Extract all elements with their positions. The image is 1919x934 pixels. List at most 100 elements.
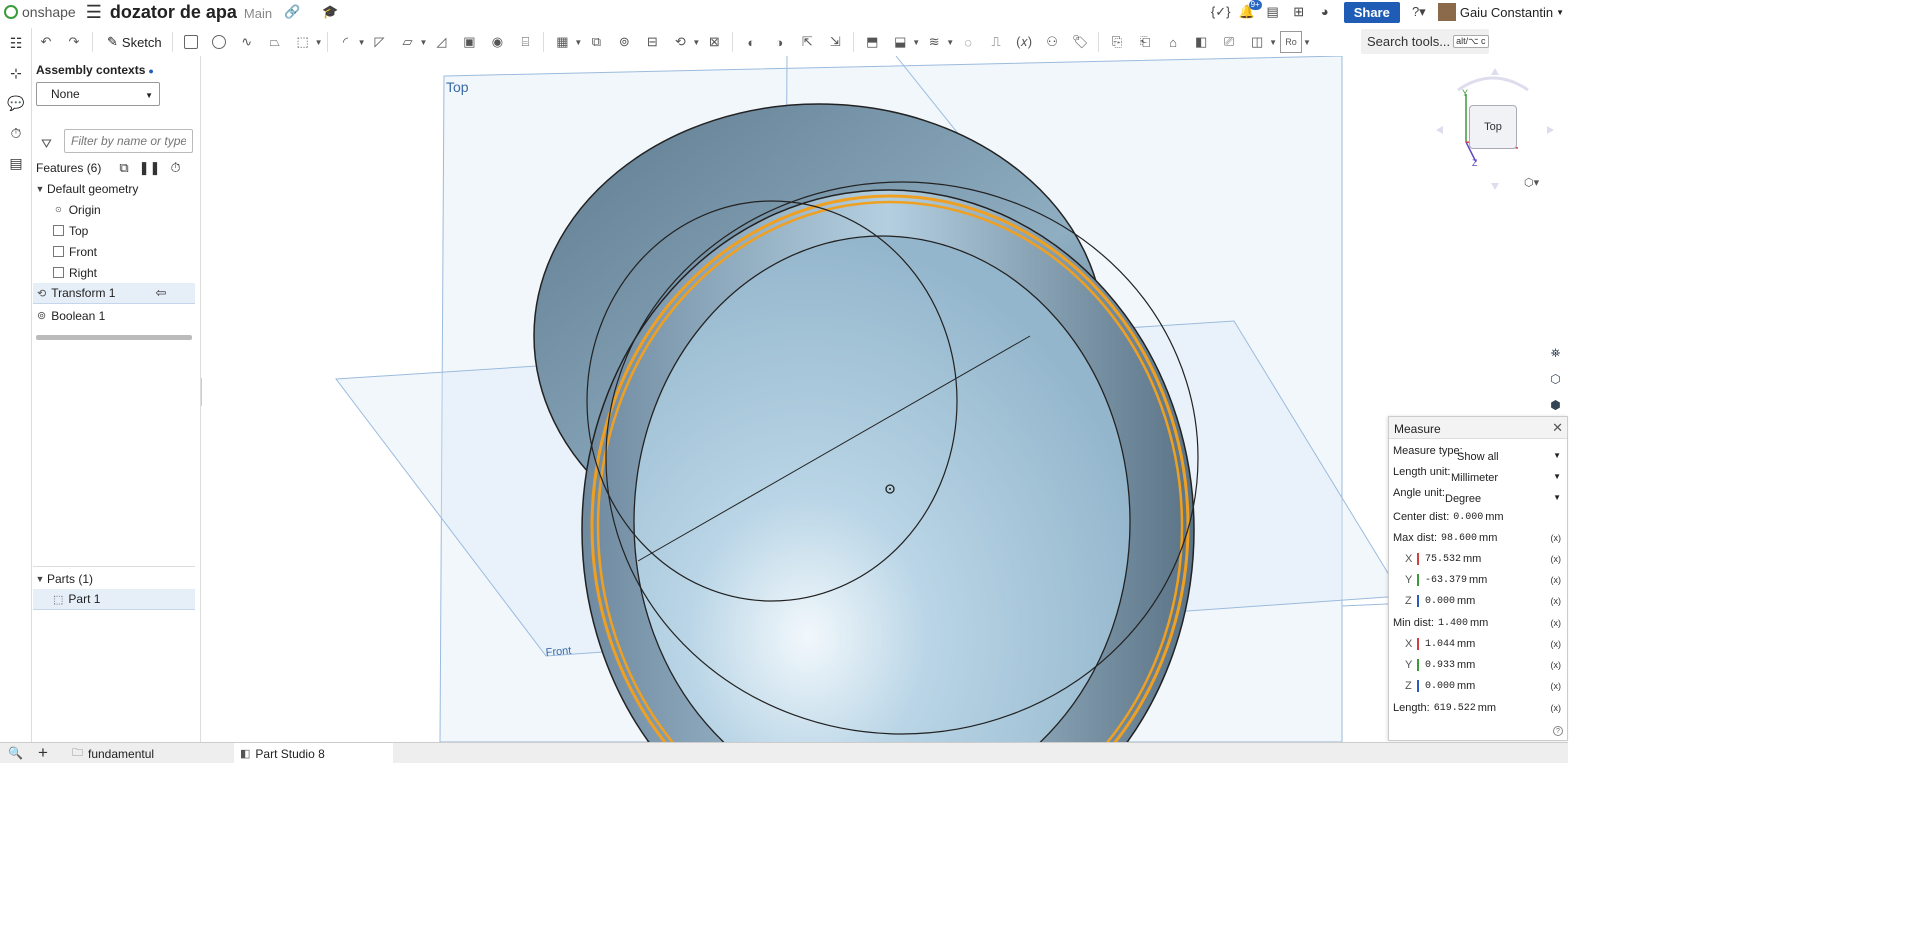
filter-icon[interactable]: ⛛: [41, 136, 52, 152]
copy-variable-icon[interactable]: (x): [1551, 533, 1562, 543]
min-y-value[interactable]: 0.933: [1425, 660, 1455, 671]
arrow-left-icon[interactable]: [1436, 126, 1443, 134]
appstore-icon[interactable]: ◕: [1314, 2, 1336, 22]
search-tabs-icon[interactable]: 🔍: [8, 746, 23, 760]
boolean-icon[interactable]: ⊚: [613, 31, 635, 53]
rib-icon[interactable]: ◿: [430, 31, 452, 53]
variables-icon[interactable]: {✓}: [1210, 2, 1232, 22]
tree-item-transform-1[interactable]: ⟲ Transform 1 ⇦: [33, 283, 195, 304]
close-icon[interactable]: ✕: [1552, 420, 1563, 436]
branch-label[interactable]: Main: [244, 6, 272, 21]
extrude-icon[interactable]: [180, 31, 202, 53]
bom-icon[interactable]: ▤: [0, 148, 32, 178]
chevron-down-icon[interactable]: ▼: [692, 38, 700, 47]
sweep-icon[interactable]: ∿: [236, 31, 258, 53]
form-icon[interactable]: ⎚: [1218, 31, 1240, 53]
tab-icon[interactable]: ⌂: [1162, 31, 1184, 53]
chevron-down-icon[interactable]: ▼: [1269, 38, 1277, 47]
sheet-metal-icon[interactable]: ⎘: [1106, 31, 1128, 53]
user-menu[interactable]: Gaiu Constantin ▼: [1437, 3, 1564, 21]
max-dist-value[interactable]: 98.600: [1441, 533, 1477, 544]
help-icon[interactable]: ?▾: [1408, 2, 1430, 22]
flange-icon[interactable]: ⎗: [1134, 31, 1156, 53]
plane-icon[interactable]: ⬒: [861, 31, 883, 53]
rollback-arrow-icon[interactable]: ⇦: [155, 285, 166, 301]
copy-variable-icon[interactable]: (x): [1551, 681, 1562, 691]
bridging-curve-icon[interactable]: ⎍: [985, 31, 1007, 53]
timer-icon[interactable]: ⏱: [170, 160, 180, 176]
view-cube[interactable]: Y Z Top ⬡▾: [1428, 66, 1558, 194]
insert-icon[interactable]: ⊹: [0, 58, 32, 88]
filter-input[interactable]: [64, 129, 193, 153]
model-canvas[interactable]: Top Front: [202, 56, 1568, 742]
copy-variable-icon[interactable]: (x): [1551, 618, 1562, 628]
arrow-down-icon[interactable]: [1491, 183, 1499, 190]
chevron-down-icon[interactable]: ▼: [574, 38, 582, 47]
menu-icon[interactable]: ☰: [86, 2, 102, 23]
arrow-right-icon[interactable]: [1547, 126, 1554, 134]
search-tools-input[interactable]: Search tools... alt/⌥ c: [1361, 29, 1489, 54]
learning-icon[interactable]: 🎓: [322, 4, 338, 20]
parts-group[interactable]: ▼ Parts (1): [33, 568, 195, 589]
chevron-down-icon[interactable]: ▼: [1303, 38, 1311, 47]
notifications-icon[interactable]: 🔔 9+: [1236, 0, 1262, 22]
graphics-viewport[interactable]: Top Front: [202, 56, 1568, 742]
chevron-down-icon[interactable]: ▼: [912, 38, 920, 47]
chevron-down-icon[interactable]: ▼: [358, 38, 366, 47]
bend-icon[interactable]: ◧: [1190, 31, 1212, 53]
transform-icon[interactable]: ⟲: [669, 31, 691, 53]
fit-spline-icon[interactable]: ◌: [957, 31, 979, 53]
view-cube-top-face[interactable]: Top: [1469, 105, 1517, 149]
link-icon[interactable]: 🔗: [284, 4, 300, 20]
tab-folder-fundamentul[interactable]: 🗀 fundamentul: [66, 743, 229, 764]
fillet-icon[interactable]: ◜: [335, 31, 357, 53]
center-dist-value[interactable]: 0.000: [1453, 512, 1483, 523]
tree-item-top[interactable]: Top: [33, 220, 195, 241]
derived-icon[interactable]: ⚇: [1041, 31, 1063, 53]
document-title[interactable]: dozator de apa: [110, 2, 237, 23]
chevron-down-icon[interactable]: ▼: [420, 38, 428, 47]
copy-variable-icon[interactable]: (x): [1551, 639, 1562, 649]
apps-icon[interactable]: ⊞: [1288, 2, 1310, 22]
tab-part-studio-8[interactable]: ◧ Part Studio 8: [234, 743, 393, 764]
variable-icon[interactable]: (𝑥): [1013, 31, 1035, 53]
max-z-value[interactable]: 0.000: [1425, 596, 1455, 607]
collapse-triangle-icon[interactable]: ▼: [33, 184, 47, 194]
frame-icon[interactable]: ◫: [1246, 31, 1268, 53]
pattern-icon[interactable]: ▦: [551, 31, 573, 53]
thicken-icon[interactable]: ⬚: [292, 31, 314, 53]
hole-icon[interactable]: ◉: [486, 31, 508, 53]
min-dist-value[interactable]: 1.400: [1438, 618, 1468, 629]
min-x-value[interactable]: 1.044: [1425, 639, 1455, 650]
tree-item-boolean-1[interactable]: ⊚ Boolean 1: [33, 305, 195, 326]
collapse-triangle-icon[interactable]: ▼: [33, 574, 47, 584]
arrow-up-icon[interactable]: [1491, 68, 1499, 75]
shell-icon[interactable]: ▣: [458, 31, 480, 53]
rotate-arrow-icon[interactable]: [1457, 76, 1529, 92]
copy-variable-icon[interactable]: (x): [1551, 703, 1562, 713]
copy-variable-icon[interactable]: (x): [1551, 575, 1562, 585]
view-options-icon[interactable]: ⬡▾: [1524, 176, 1539, 189]
tree-item-part-1[interactable]: ⬚ Part 1: [33, 589, 195, 610]
replace-face-icon[interactable]: ⇲: [824, 31, 846, 53]
move-face-icon[interactable]: ⇱: [796, 31, 818, 53]
feature-list-icon[interactable]: ☷: [0, 28, 32, 58]
tag-icon[interactable]: 🏷: [1069, 31, 1091, 53]
chevron-down-icon[interactable]: ▼: [946, 38, 954, 47]
chevron-down-icon[interactable]: ▼: [315, 38, 323, 47]
max-y-value[interactable]: -63.379: [1425, 575, 1467, 586]
delete-part-icon[interactable]: ⊠: [703, 31, 725, 53]
tree-item-front[interactable]: Front: [33, 241, 195, 262]
comments-icon[interactable]: 💬: [0, 88, 32, 118]
assembly-context-select[interactable]: None ▼: [36, 82, 160, 106]
cylinder-icon[interactable]: ⌸: [514, 31, 536, 53]
loft-icon[interactable]: ⏢: [264, 31, 286, 53]
onshape-logo[interactable]: onshape: [4, 4, 76, 20]
history-icon[interactable]: ⏱: [0, 118, 32, 148]
copy-variable-icon[interactable]: (x): [1551, 660, 1562, 670]
pause-icon[interactable]: ❚❚: [139, 160, 161, 176]
mate-connector-icon[interactable]: ⬓: [889, 31, 911, 53]
tree-item-origin[interactable]: ⊙ Origin: [33, 199, 195, 220]
rollback-bar[interactable]: [36, 335, 192, 340]
redo-icon[interactable]: ↷: [63, 31, 85, 53]
